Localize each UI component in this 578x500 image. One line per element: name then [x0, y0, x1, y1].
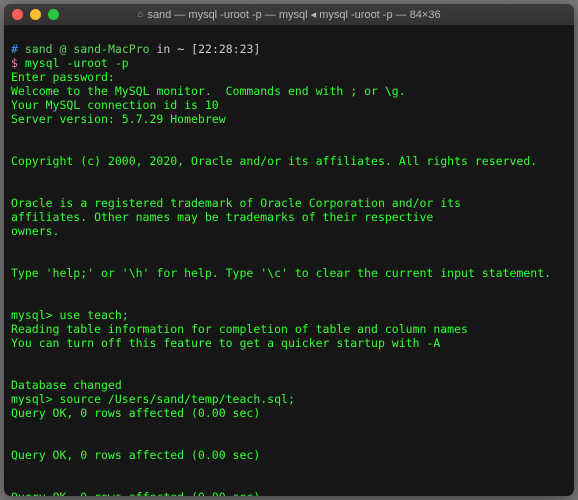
output-line: Query OK, 0 rows affected (0.00 sec): [11, 406, 260, 420]
mysql-prompt-line: mysql> use teach;: [11, 308, 129, 322]
blank-line: [11, 168, 567, 182]
output-line: Copyright (c) 2000, 2020, Oracle and/or …: [11, 154, 537, 168]
output-line: Server version: 5.7.29 Homebrew: [11, 112, 226, 126]
blank-line: [11, 126, 567, 140]
output-line: You can turn off this feature to get a q…: [11, 336, 440, 350]
output-line: Database changed: [11, 378, 122, 392]
output-line: Query OK, 0 rows affected (0.00 sec): [11, 490, 260, 496]
blank-line: [11, 238, 567, 252]
prompt-dollar: $: [11, 56, 18, 70]
prompt-user: sand: [25, 42, 53, 56]
output-line: Enter password:: [11, 70, 115, 84]
output-line: affiliates. Other names may be trademark…: [11, 210, 433, 224]
output-line: Reading table information for completion…: [11, 322, 468, 336]
prompt-hash: #: [11, 42, 18, 56]
blank-line: [11, 350, 567, 364]
prompt-in: in: [157, 42, 171, 56]
output-line: Type 'help;' or '\h' for help. Type '\c'…: [11, 266, 551, 280]
blank-line: [11, 420, 567, 434]
terminal-window: ⌂ sand — mysql -uroot -p — mysql ◂ mysql…: [4, 4, 574, 496]
output-line: Welcome to the MySQL monitor. Commands e…: [11, 84, 406, 98]
output-line: owners.: [11, 224, 59, 238]
prompt-host: sand-MacPro: [73, 42, 149, 56]
prompt-time: [22:28:23]: [191, 42, 260, 56]
blank-line: [11, 462, 567, 476]
prompt-path: ~: [177, 42, 184, 56]
close-icon[interactable]: [12, 9, 23, 20]
blank-line: [11, 280, 567, 294]
zoom-icon[interactable]: [48, 9, 59, 20]
prompt-at: @: [60, 42, 67, 56]
home-icon: ⌂: [137, 9, 143, 20]
prompt-command: mysql -uroot -p: [25, 56, 129, 70]
output-line: Oracle is a registered trademark of Orac…: [11, 196, 461, 210]
titlebar[interactable]: ⌂ sand — mysql -uroot -p — mysql ◂ mysql…: [4, 4, 574, 26]
output-line: Query OK, 0 rows affected (0.00 sec): [11, 448, 260, 462]
output-line: Your MySQL connection id is 10: [11, 98, 219, 112]
window-controls: [12, 9, 59, 20]
minimize-icon[interactable]: [30, 9, 41, 20]
mysql-prompt-line: mysql> source /Users/sand/temp/teach.sql…: [11, 392, 295, 406]
window-title-text: sand — mysql -uroot -p — mysql ◂ mysql -…: [147, 8, 440, 21]
window-title: ⌂ sand — mysql -uroot -p — mysql ◂ mysql…: [4, 8, 574, 21]
terminal-content[interactable]: # sand @ sand-MacPro in ~ [22:28:23] $ m…: [4, 26, 574, 496]
